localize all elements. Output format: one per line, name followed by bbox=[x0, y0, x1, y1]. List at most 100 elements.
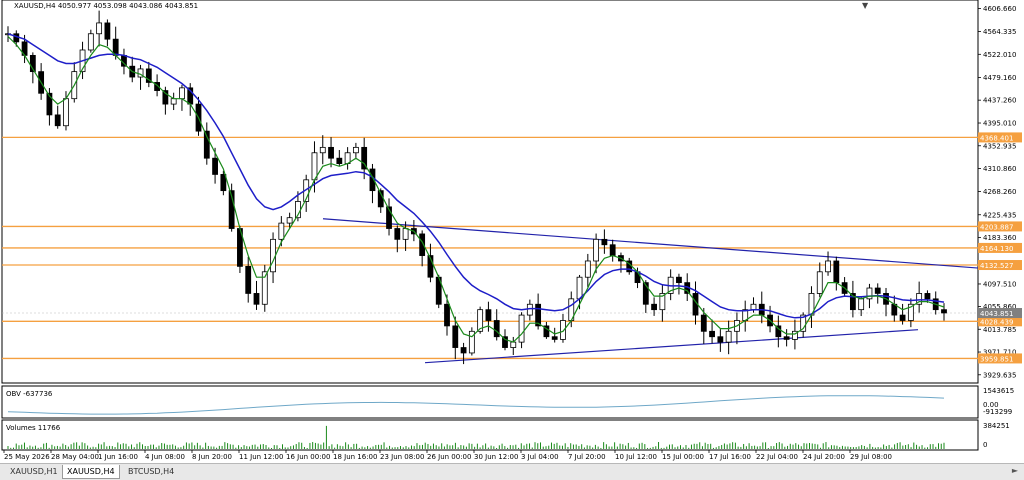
candle-body bbox=[87, 33, 94, 51]
tab-xauusd-h4[interactable]: XAUUSD,H4 bbox=[62, 465, 120, 479]
price-tick-label-6: 4352.935 bbox=[983, 142, 1016, 150]
candle-body bbox=[212, 157, 218, 175]
candle-body bbox=[286, 217, 293, 224]
candle-body bbox=[833, 260, 840, 284]
candle-body bbox=[874, 287, 881, 294]
price-tick-label-13: 4013.785 bbox=[983, 326, 1016, 334]
price-tick-label-8: 4268.260 bbox=[983, 188, 1016, 196]
candle-body bbox=[352, 146, 359, 154]
level-label-4: 4028.439 bbox=[980, 318, 1013, 326]
chart-menu-icon[interactable]: ▼ bbox=[862, 1, 868, 10]
candle-body bbox=[816, 271, 823, 294]
candle-body bbox=[444, 303, 450, 327]
chart-tab-bar: XAUUSD,H1 XAUUSD,H4 BTCUSD,H4 ► bbox=[0, 463, 1024, 480]
time-label-16: 22 Jul 04:00 bbox=[756, 453, 798, 461]
time-label-10: 30 Jun 12:00 bbox=[474, 453, 518, 461]
time-label-14: 15 Jul 00:00 bbox=[662, 453, 704, 461]
candle-body bbox=[518, 314, 525, 343]
time-label-11: 3 Jul 04:00 bbox=[521, 453, 559, 461]
level-label-3: 4132.527 bbox=[980, 262, 1013, 270]
price-tick-label-15: 3929.635 bbox=[983, 371, 1016, 379]
price-tick-label-9: 4225.435 bbox=[983, 211, 1016, 219]
candle-body bbox=[709, 330, 715, 338]
candle-body bbox=[54, 114, 61, 127]
candle-body bbox=[220, 174, 227, 192]
candle-body bbox=[717, 336, 724, 343]
time-label-9: 26 Jun 00:00 bbox=[427, 453, 471, 461]
price-tick-label-2: 4522.010 bbox=[983, 51, 1016, 59]
candle-body bbox=[609, 244, 616, 256]
candle-body bbox=[584, 260, 591, 278]
candle-body bbox=[858, 298, 865, 311]
price-tick-label-10: 4183.360 bbox=[983, 234, 1016, 242]
level-label-1: 4203.887 bbox=[980, 223, 1013, 231]
candle-body bbox=[170, 98, 177, 105]
current-price-label: 4043.851 bbox=[980, 310, 1013, 318]
time-label-1: 28 May 04:00 bbox=[51, 453, 99, 461]
price-tick-label-11: 4097.510 bbox=[983, 280, 1016, 288]
candle-body bbox=[510, 341, 517, 348]
price-tick-label-3: 4479.160 bbox=[983, 74, 1016, 82]
volume-tick-label-1: 0 bbox=[983, 441, 987, 449]
candle-body bbox=[253, 293, 260, 305]
candle-body bbox=[328, 146, 334, 159]
time-label-15: 17 Jul 16:00 bbox=[709, 453, 751, 461]
candle-body bbox=[104, 22, 111, 40]
level-label-0: 4368.401 bbox=[980, 134, 1013, 142]
time-label-17: 24 Jul 20:00 bbox=[803, 453, 845, 461]
time-label-2: 1 Jun 16:00 bbox=[98, 453, 138, 461]
candle-body bbox=[725, 330, 732, 343]
obv-label: OBV -637736 bbox=[6, 390, 53, 398]
candle-body bbox=[899, 314, 906, 321]
time-label-8: 23 Jun 08:00 bbox=[380, 453, 424, 461]
candle-body bbox=[924, 293, 931, 300]
tab-xauusd-h1[interactable]: XAUUSD,H1 bbox=[6, 465, 62, 478]
candle-body bbox=[485, 309, 492, 321]
candle-body bbox=[452, 325, 459, 348]
candle-body bbox=[676, 276, 682, 284]
candle-body bbox=[402, 228, 409, 240]
time-label-7: 18 Jun 16:00 bbox=[333, 453, 377, 461]
price-chart[interactable]: 4606.660 4564.335 4522.010 4479.160 4437.260… bbox=[0, 0, 1024, 463]
candle-body bbox=[593, 238, 600, 262]
candle-body bbox=[651, 303, 657, 311]
price-tick-label-0: 4606.660 bbox=[983, 5, 1016, 13]
chart-background bbox=[0, 0, 1024, 463]
candle-body bbox=[63, 98, 69, 127]
candle-body bbox=[319, 146, 326, 154]
candle-body bbox=[96, 22, 103, 35]
time-label-18: 29 Jul 08:00 bbox=[850, 453, 892, 461]
obv-tick-label-0: 1543615 bbox=[983, 387, 1014, 395]
candle-body bbox=[750, 303, 757, 311]
candle-body bbox=[311, 152, 318, 181]
candle-body bbox=[179, 87, 185, 100]
candle-body bbox=[245, 265, 252, 294]
price-tick-label-4: 4437.260 bbox=[983, 97, 1016, 105]
candle-body bbox=[576, 276, 583, 300]
time-label-5: 11 Jun 12:00 bbox=[239, 453, 283, 461]
level-label-2: 4164.130 bbox=[980, 245, 1013, 253]
time-label-13: 10 Jul 12:00 bbox=[615, 453, 657, 461]
time-label-0: 25 May 2026 bbox=[4, 453, 50, 461]
time-label-6: 16 Jun 00:00 bbox=[286, 453, 330, 461]
candle-body bbox=[336, 157, 343, 164]
candle-body bbox=[278, 222, 285, 240]
symbol-caption: XAUUSD,H4 4050.977 4053.098 4043.086 404… bbox=[14, 2, 199, 10]
candle-body bbox=[394, 228, 401, 240]
time-label-12: 7 Jul 20:00 bbox=[568, 453, 606, 461]
price-tick-label-5: 4395.010 bbox=[983, 120, 1016, 128]
time-label-3: 4 Jun 08:00 bbox=[145, 453, 185, 461]
obv-tick-label-2: -913299 bbox=[983, 408, 1012, 416]
candle-body bbox=[700, 314, 707, 332]
candle-body bbox=[783, 336, 790, 340]
scroll-right-icon[interactable]: ► bbox=[1012, 466, 1018, 475]
candle-body bbox=[493, 320, 500, 338]
level-label-5: 3959.851 bbox=[980, 355, 1013, 363]
price-tick-label-1: 4564.335 bbox=[983, 28, 1016, 36]
price-tick-label-7: 4310.860 bbox=[983, 165, 1016, 173]
candle-body bbox=[825, 260, 831, 273]
tab-btcusd-h4[interactable]: BTCUSD,H4 bbox=[124, 465, 178, 478]
time-label-4: 8 Jun 20:00 bbox=[192, 453, 232, 461]
candle-body bbox=[460, 347, 467, 354]
candle-body bbox=[526, 303, 533, 316]
